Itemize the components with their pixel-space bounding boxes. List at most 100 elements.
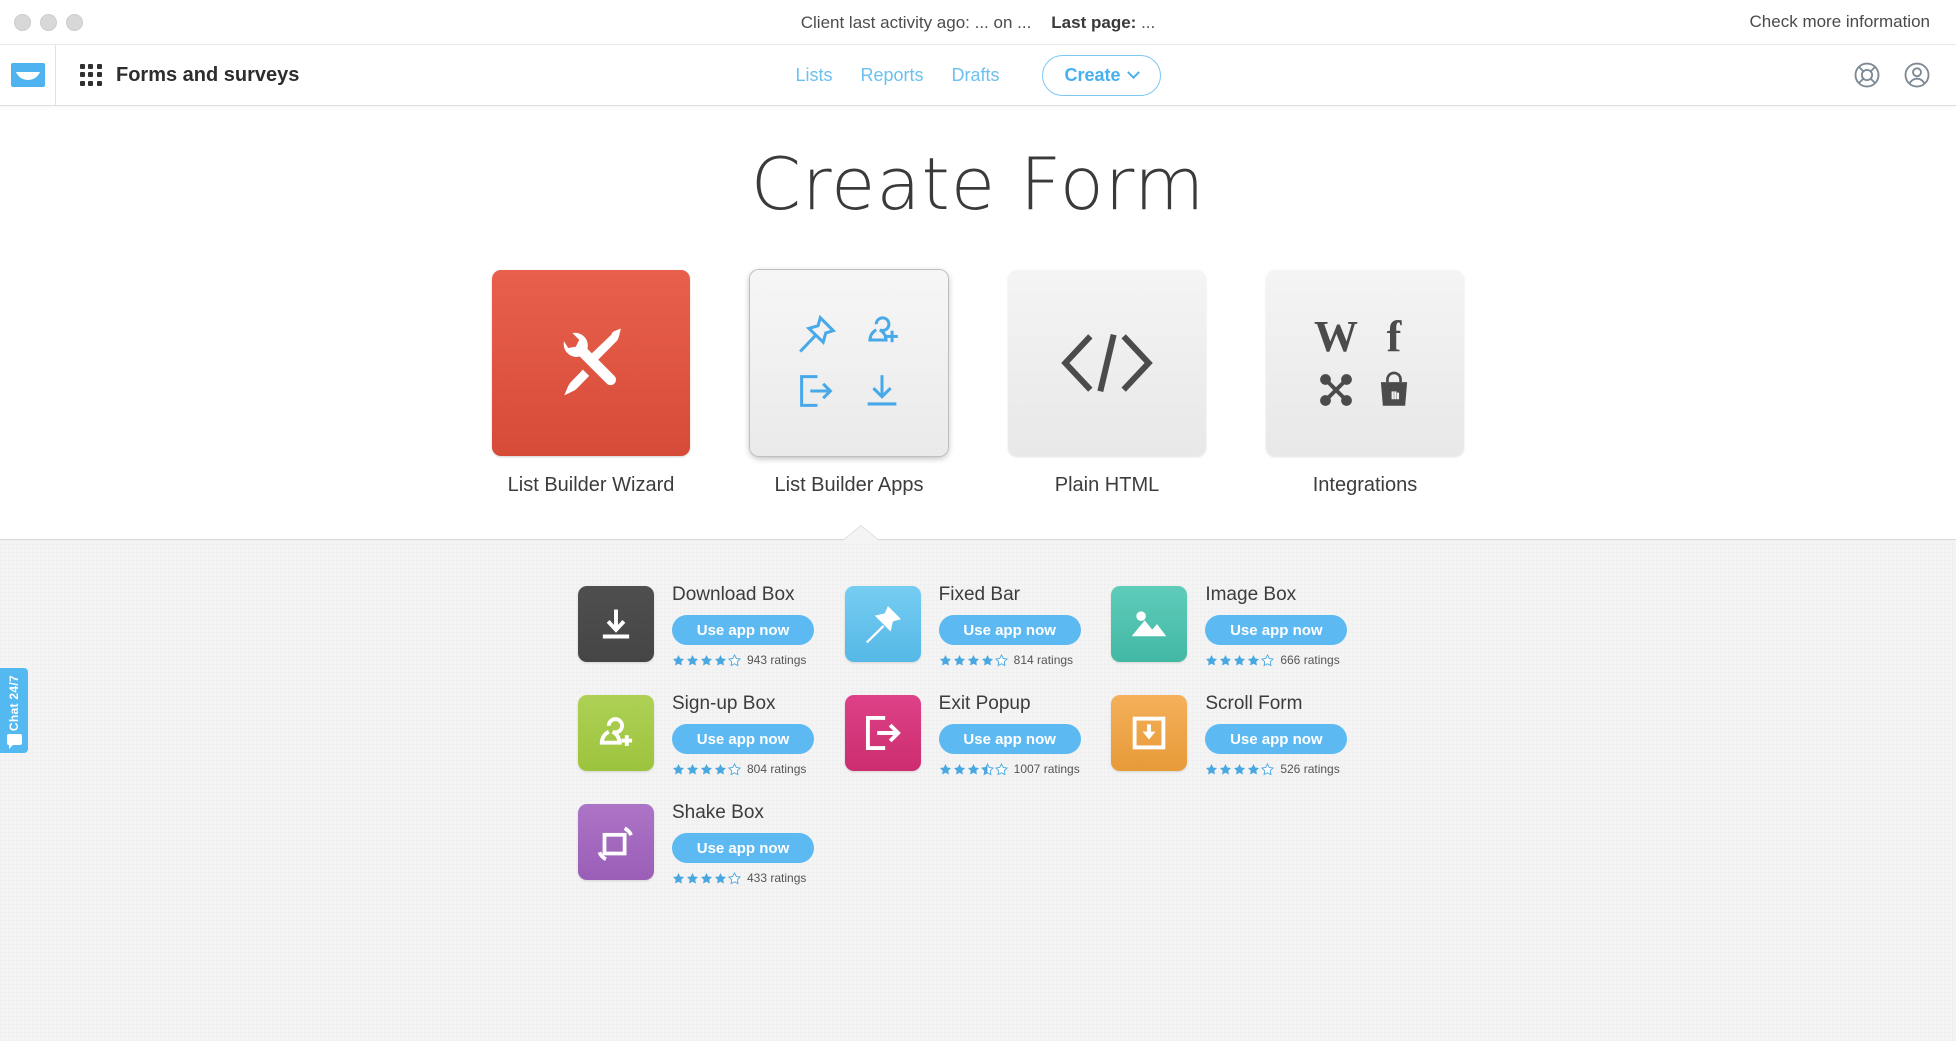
app-info: Exit Popup Use app now 1007 ratings (938, 693, 1081, 776)
app-name: Scroll Form (1205, 693, 1303, 714)
star-full-icon (1234, 654, 1246, 666)
app-info: Sign-up Box Use app now 804 ratings (672, 693, 814, 776)
main-navbar: Forms and surveys Lists Reports Drafts C… (0, 44, 1956, 106)
app-card-scroll-form: Scroll Form Use app now 526 ratings (1111, 693, 1378, 776)
use-app-button[interactable]: Use app now (1205, 615, 1348, 645)
use-app-button[interactable]: Use app now (938, 724, 1081, 754)
rating-row: 943 ratings (672, 653, 814, 667)
star-rating (672, 871, 741, 885)
user-plus-icon (868, 316, 898, 343)
nav-link-drafts[interactable]: Drafts (952, 65, 1000, 86)
star-rating (1205, 653, 1275, 667)
star-full-icon (672, 654, 685, 666)
last-page-value: ... (1141, 12, 1156, 32)
apps-panel: Download Box Use app now 943 ratings Fix… (0, 540, 1956, 1041)
app-name: Exit Popup (938, 693, 1031, 714)
star-full-icon (967, 654, 979, 666)
app-info: Shake Box Use app now 433 ratings (672, 802, 814, 885)
star-full-icon (1220, 654, 1232, 666)
tools-icon (563, 328, 621, 396)
integrations-icon: W f (1309, 312, 1421, 414)
star-rating (939, 762, 1008, 776)
app-card-download-box: Download Box Use app now 943 ratings (578, 584, 845, 667)
star-full-icon (686, 654, 699, 666)
star-full-icon (686, 763, 699, 775)
star-full-icon (672, 763, 685, 775)
star-empty-icon (994, 653, 1008, 666)
use-app-button[interactable]: Use app now (1205, 724, 1348, 754)
app-name: Image Box (1205, 584, 1297, 605)
joomla-icon (1320, 373, 1352, 406)
exit-door-icon (800, 375, 833, 407)
star-full-icon (981, 654, 993, 666)
category-tile: W f (1266, 270, 1464, 456)
app-root: Client last activity ago: ... on ... Las… (0, 0, 1956, 1041)
star-rating (672, 762, 741, 776)
last-page-group: Last page: ... (1051, 13, 1155, 33)
rating-row: 526 ratings (1205, 762, 1347, 776)
star-full-icon (714, 872, 727, 884)
category-selector: List Builder Wizard List Builder Apps Pl… (0, 270, 1956, 497)
use-app-button[interactable]: Use app now (938, 615, 1081, 645)
star-rating (939, 653, 1008, 667)
last-page-label: Last page: (1051, 12, 1137, 32)
rating-row: 804 ratings (672, 762, 814, 776)
star-half-icon (980, 762, 994, 775)
pushpin-icon (799, 314, 837, 353)
star-empty-icon (728, 871, 741, 884)
app-info: Scroll Form Use app now 526 ratings (1205, 693, 1348, 776)
star-full-icon (967, 763, 979, 775)
category-tile (1008, 270, 1206, 456)
category-integrations[interactable]: W f Integrations (1265, 270, 1465, 497)
star-full-icon (1234, 763, 1246, 775)
app-card-sign-up-box: Sign-up Box Use app now 804 ratings (578, 693, 845, 776)
star-empty-icon (994, 762, 1008, 775)
app-card-image-box: Image Box Use app now 666 ratings (1111, 584, 1378, 667)
use-app-button[interactable]: Use app now (672, 833, 814, 863)
star-full-icon (953, 763, 965, 775)
chat-widget-label: Chat 24/7 (7, 675, 21, 732)
shake-box-icon (597, 826, 633, 861)
nav-link-lists[interactable]: Lists (795, 65, 832, 86)
nav-link-reports[interactable]: Reports (860, 65, 923, 86)
rating-row: 814 ratings (939, 653, 1081, 667)
use-app-button[interactable]: Use app now (672, 615, 814, 645)
category-list-builder-apps[interactable]: List Builder Apps (749, 270, 949, 497)
wordpress-w-glyph: W (1314, 311, 1358, 361)
code-brackets-icon (1061, 333, 1153, 393)
star-rating (672, 653, 741, 667)
app-info: Image Box Use app now 666 ratings (1205, 584, 1348, 667)
star-full-icon (700, 654, 713, 666)
star-full-icon (939, 654, 951, 666)
selected-category-caret (844, 526, 878, 543)
box-down-arrow-icon (1133, 716, 1166, 750)
rating-row: 1007 ratings (939, 762, 1081, 776)
category-label: Plain HTML (1054, 474, 1160, 496)
star-empty-icon (728, 653, 741, 666)
user-plus-icon (599, 717, 633, 746)
app-name: Sign-up Box (672, 693, 776, 714)
shopping-bag-icon (1380, 371, 1408, 406)
star-empty-icon (1261, 653, 1275, 666)
app-name: Fixed Bar (938, 584, 1020, 605)
chat-bubble-icon (6, 734, 22, 749)
category-label: List Builder Apps (774, 474, 924, 496)
chat-widget-tab[interactable]: Chat 24/7 (0, 668, 28, 753)
category-list-builder-wizard[interactable]: List Builder Wizard (491, 270, 691, 497)
hero-section: Create Form List Builder Wizard List Bui… (0, 106, 1956, 497)
star-empty-icon (1261, 762, 1275, 775)
star-full-icon (939, 763, 951, 775)
section-divider (0, 526, 1956, 543)
star-full-icon (1248, 654, 1260, 666)
create-button[interactable]: Create (1041, 55, 1161, 96)
ratings-count: 814 ratings (1013, 653, 1074, 667)
star-full-icon (1206, 763, 1218, 775)
apps-collection-icon (786, 310, 912, 416)
ratings-count: 1007 ratings (1013, 762, 1080, 776)
use-app-button[interactable]: Use app now (672, 724, 814, 754)
category-plain-html[interactable]: Plain HTML (1007, 270, 1207, 497)
app-icon-tile (844, 695, 921, 771)
star-empty-icon (728, 762, 741, 775)
category-tile-selected (750, 270, 948, 456)
app-info: Fixed Bar Use app now 814 ratings (938, 584, 1081, 667)
